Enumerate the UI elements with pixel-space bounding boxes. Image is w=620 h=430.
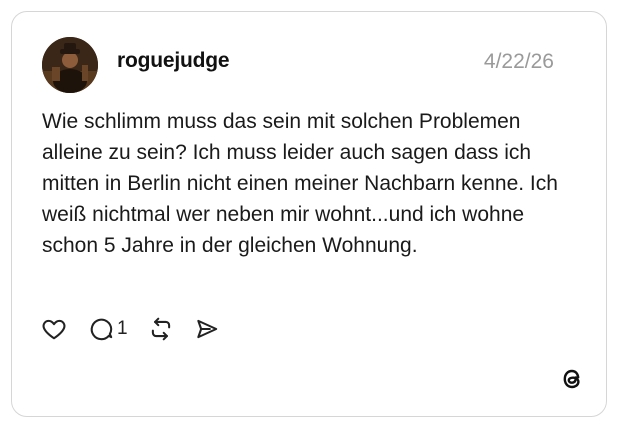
like-button[interactable] (41, 316, 67, 342)
username[interactable]: roguejudge (117, 49, 230, 73)
comment-icon (90, 318, 113, 341)
share-button[interactable] (194, 316, 220, 342)
threads-logo-icon (558, 365, 586, 393)
post-timestamp: 4/22/26 (483, 50, 554, 73)
avatar[interactable] (42, 37, 98, 93)
send-icon (196, 319, 217, 339)
post-card: roguejudge 4/22/26 Wie schlimm muss das … (11, 11, 607, 417)
heart-icon (42, 319, 66, 340)
reply-count: 1 (117, 318, 128, 339)
reply-button[interactable]: 1 (89, 316, 128, 342)
avatar-image (42, 37, 98, 93)
post-text: Wie schlimm muss das sein mit solchen Pr… (42, 110, 558, 257)
repost-button[interactable] (148, 316, 174, 342)
action-bar: 1 (41, 315, 220, 343)
repost-icon (151, 317, 170, 341)
